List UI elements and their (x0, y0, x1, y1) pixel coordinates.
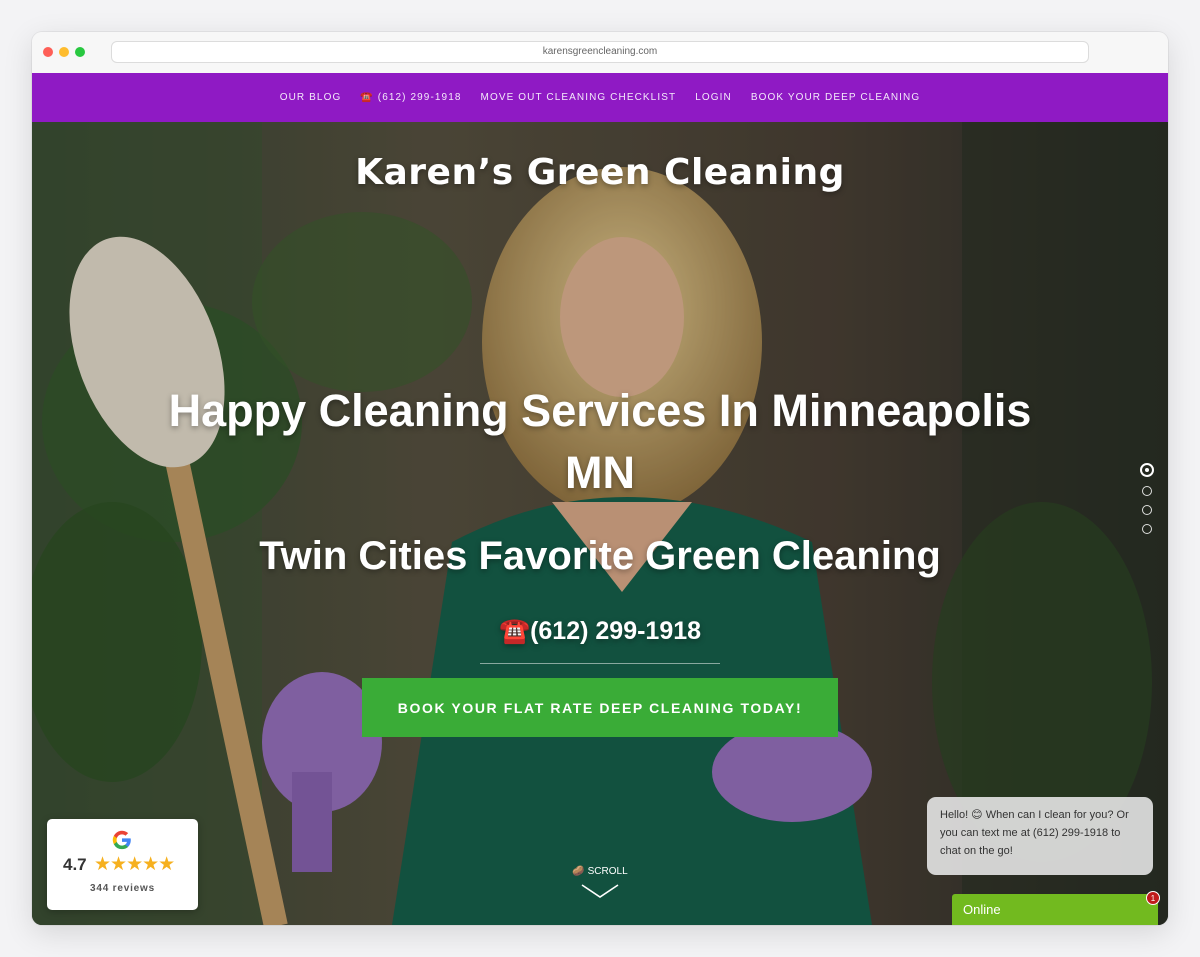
slider-dot-1[interactable] (1140, 463, 1154, 477)
hero-headline-line2: MN (565, 447, 635, 498)
nav-item-login[interactable]: LOGIN (695, 92, 732, 103)
hero-headline: Happy Cleaning Services In Minneapolis M… (32, 380, 1168, 504)
chat-notification-badge: 1 (1146, 891, 1160, 905)
google-reviews-badge[interactable]: 4.7 ★★★★★ 344 reviews (47, 819, 198, 910)
close-window-button[interactable] (43, 47, 53, 57)
slider-dot-4[interactable] (1142, 524, 1152, 534)
browser-window: karensgreencleaning.com OUR BLOG ☎️ (612… (32, 32, 1168, 925)
maximize-window-button[interactable] (75, 47, 85, 57)
chat-greeting-bubble[interactable]: Hello! 😊 When can I clean for you? Or yo… (927, 797, 1153, 875)
hero-phone-link[interactable]: ☎️(612) 299-1918 (32, 617, 1168, 646)
review-rating: 4.7 (63, 855, 87, 874)
review-stars-icon: ★★★★★ (94, 854, 175, 875)
slider-dot-2[interactable] (1142, 486, 1152, 496)
hero-section: Karen’s Green Cleaning Happy Cleaning Se… (32, 122, 1168, 925)
scroll-label: 🥔 SCROLL (572, 866, 628, 877)
nav-item-move-out-checklist[interactable]: MOVE OUT CLEANING CHECKLIST (481, 92, 677, 103)
address-bar[interactable]: karensgreencleaning.com (111, 41, 1089, 63)
book-deep-cleaning-button[interactable]: BOOK YOUR FLAT RATE DEEP CLEANING TODAY! (362, 678, 838, 737)
nav-item-our-blog[interactable]: OUR BLOG (280, 92, 342, 103)
phone-divider (480, 663, 720, 664)
nav-item-phone[interactable]: ☎️ (612) 299-1918 (360, 92, 461, 103)
chat-online-button[interactable]: Online (952, 894, 1158, 925)
chevron-down-icon (581, 884, 619, 898)
google-logo-icon (112, 830, 131, 850)
hero-headline-line1: Happy Cleaning Services In Minneapolis (168, 385, 1032, 436)
nav-item-book-deep-cleaning[interactable]: BOOK YOUR DEEP CLEANING (751, 92, 920, 103)
top-navigation: OUR BLOG ☎️ (612) 299-1918 MOVE OUT CLEA… (32, 73, 1168, 122)
site-title[interactable]: Karen’s Green Cleaning (32, 152, 1168, 193)
browser-chrome: karensgreencleaning.com (32, 32, 1168, 73)
scroll-indicator[interactable]: 🥔 SCROLL (562, 866, 638, 904)
slider-dot-3[interactable] (1142, 505, 1152, 515)
minimize-window-button[interactable] (59, 47, 69, 57)
review-count: 344 reviews (90, 883, 155, 894)
hero-subheadline: Twin Cities Favorite Green Cleaning (259, 534, 941, 578)
